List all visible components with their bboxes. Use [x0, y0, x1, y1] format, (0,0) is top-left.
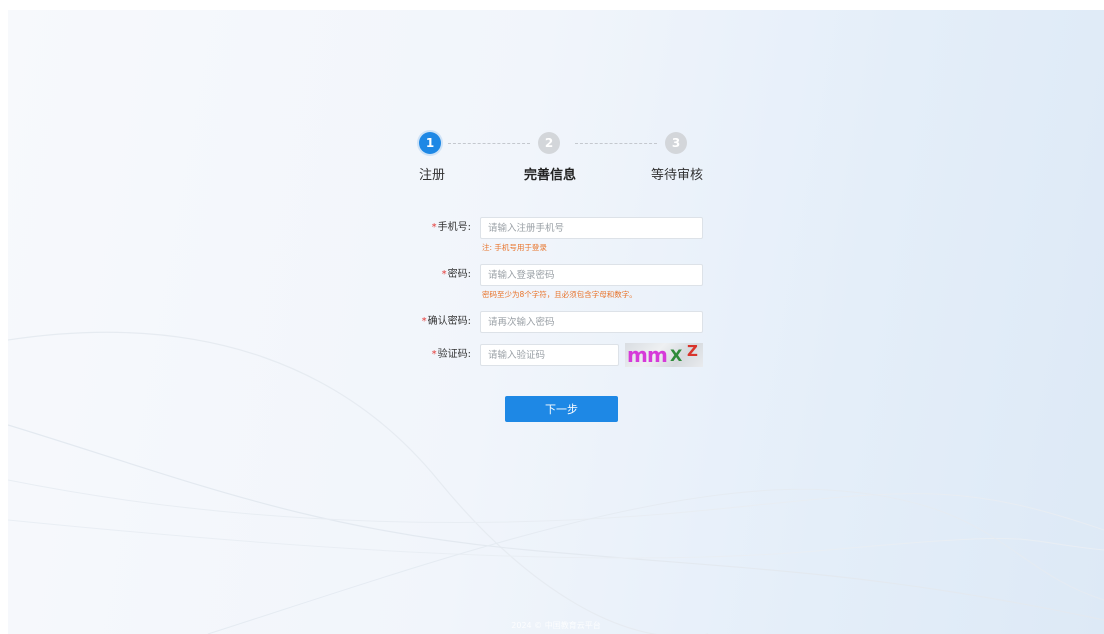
- next-step-button[interactable]: 下一步: [505, 396, 618, 422]
- step-connector: [448, 143, 530, 144]
- captcha-label: *验证码:: [401, 344, 471, 366]
- required-mark: *: [441, 269, 447, 280]
- captcha-char: X: [670, 346, 683, 365]
- required-mark: *: [431, 222, 437, 233]
- step-1-label: 注册: [418, 168, 445, 183]
- progress-steps: 1 2 3 注册 完善信息 等待审核: [8, 10, 1104, 210]
- captcha-input[interactable]: [480, 344, 619, 366]
- phone-label: *手机号:: [401, 217, 471, 239]
- phone-hint: 注: 手机号用于登录: [482, 243, 547, 252]
- step-3-label: 等待审核: [650, 168, 703, 183]
- captcha-char: m: [627, 343, 648, 367]
- password-hint: 密码至少为8个字符，且必须包含字母和数字。: [482, 290, 637, 299]
- required-mark: *: [431, 349, 437, 360]
- registration-page: 1 2 3 注册 完善信息 等待审核 *手机号: 注: 手机号用于登录 *密码:…: [8, 10, 1104, 634]
- captcha-char: Z: [687, 343, 698, 360]
- captcha-char: m: [647, 343, 668, 367]
- step-connector: [575, 143, 657, 144]
- captcha-label-text: 验证码:: [437, 349, 471, 360]
- phone-label-text: 手机号:: [437, 222, 471, 233]
- step-2-circle: 2: [538, 132, 560, 154]
- confirm-password-label-text: 确认密码:: [427, 316, 471, 327]
- password-label: *密码:: [401, 264, 471, 286]
- phone-input[interactable]: [480, 217, 703, 239]
- confirm-password-input[interactable]: [480, 311, 703, 333]
- required-mark: *: [421, 316, 427, 327]
- password-input[interactable]: [480, 264, 703, 286]
- step-1-circle: 1: [419, 132, 441, 154]
- step-2-label: 完善信息: [523, 168, 576, 183]
- footer-copyright: 2024 © 中国教育云平台: [511, 621, 601, 630]
- captcha-image[interactable]: m m X Z: [625, 343, 703, 367]
- step-3-circle: 3: [665, 132, 687, 154]
- confirm-password-label: *确认密码:: [401, 311, 471, 333]
- password-label-text: 密码:: [447, 269, 471, 280]
